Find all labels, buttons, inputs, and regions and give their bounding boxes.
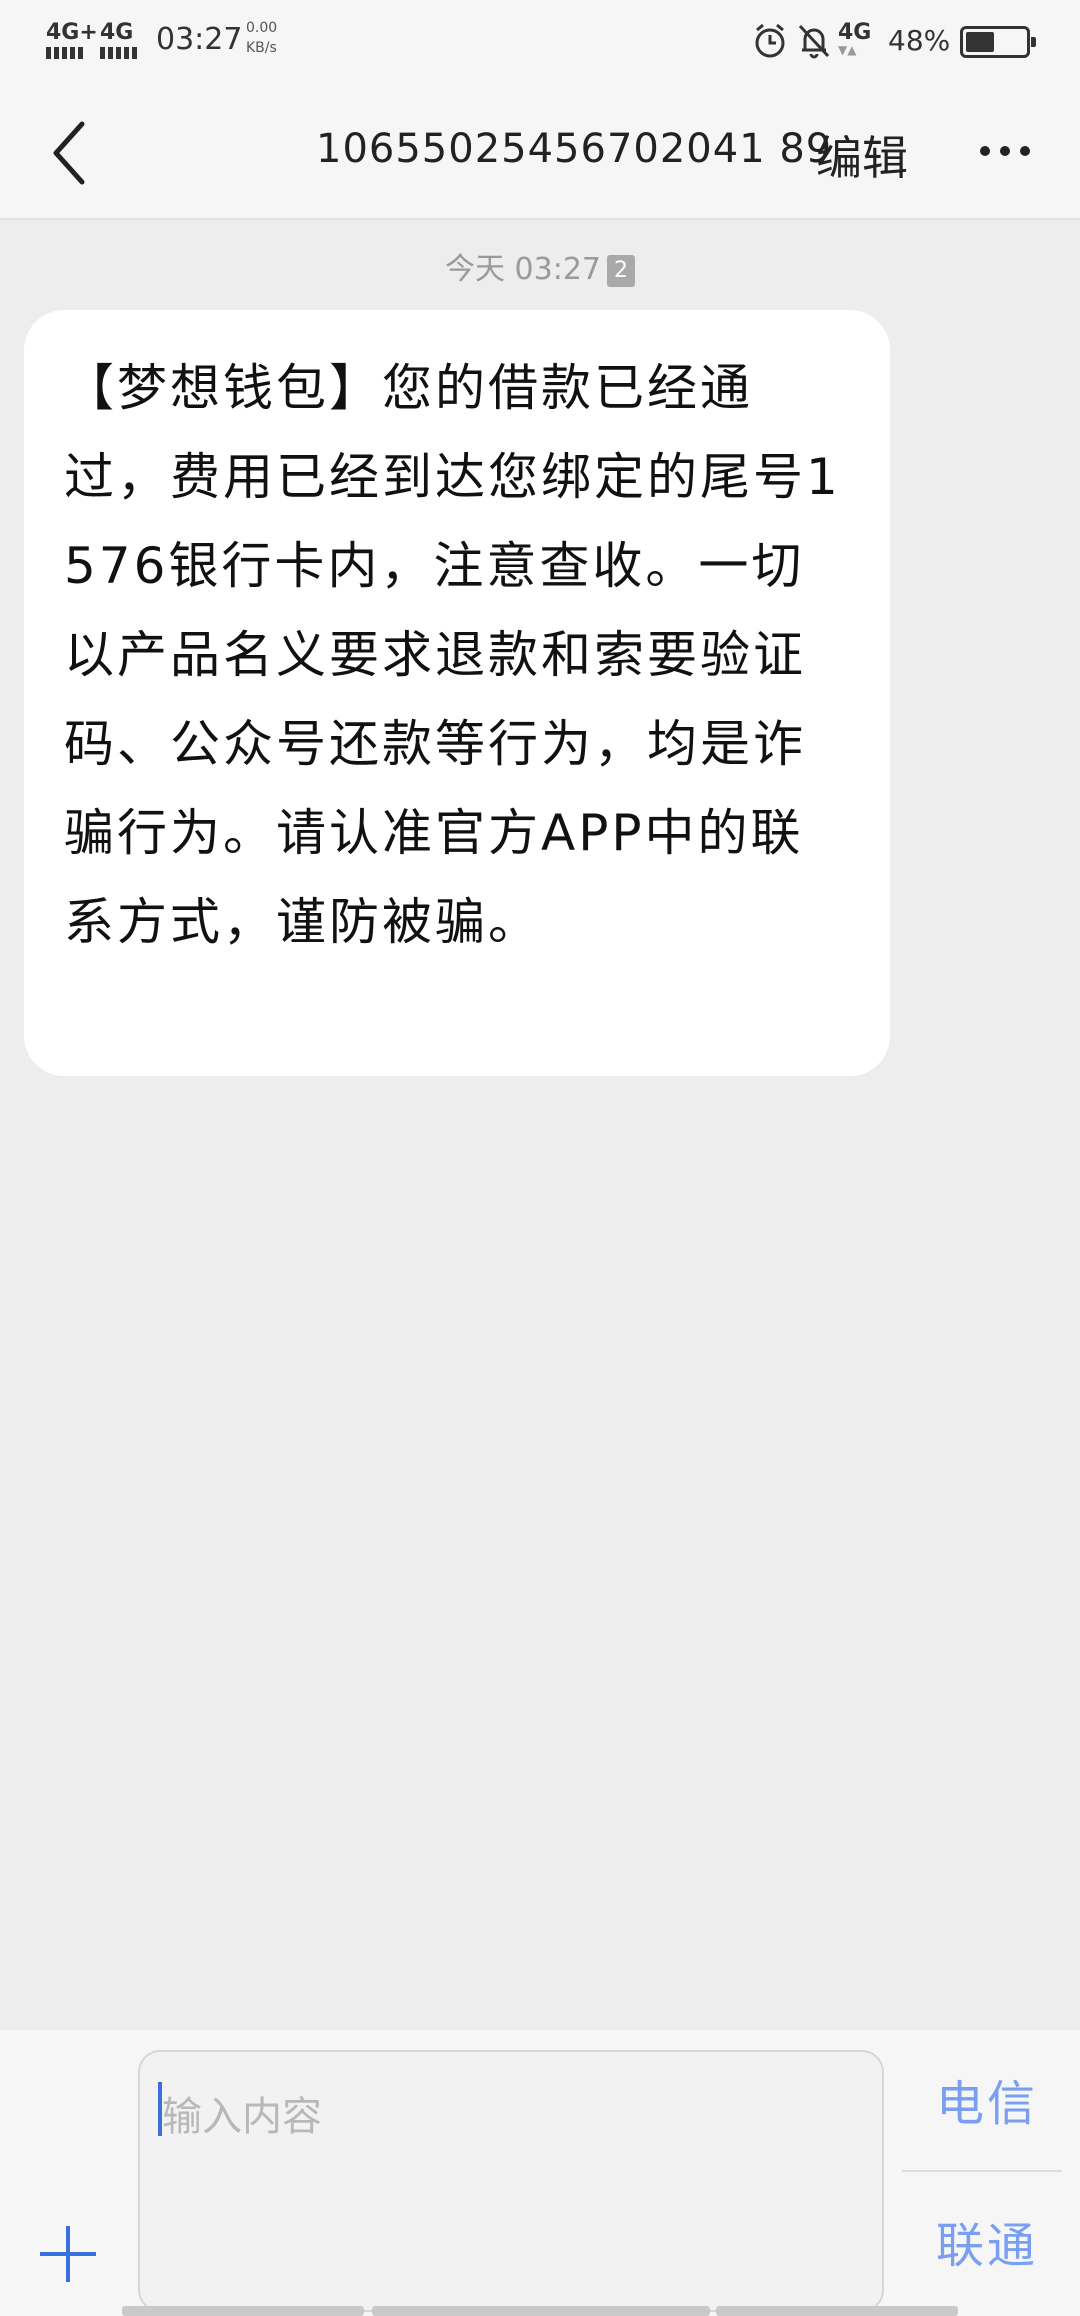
send-sim2-button[interactable]: 联通 <box>936 2206 1038 2276</box>
message-input[interactable]: 输入内容 <box>138 2050 884 2312</box>
chevron-left-icon <box>53 121 85 185</box>
signal-icon-1: 4G+ <box>46 20 98 59</box>
signal-icon-3: 4G ▼▲ <box>838 20 872 57</box>
contact-number: 10655025456702041 89 <box>316 126 833 172</box>
nav-strip-right <box>716 2306 958 2316</box>
mute-notification-icon <box>796 22 832 64</box>
battery-percentage: 48% <box>888 24 951 57</box>
network-speed: 0.00 KB/s <box>246 20 278 56</box>
nav-strip-left <box>122 2306 364 2316</box>
back-button[interactable] <box>50 118 110 188</box>
signal-icon-2: 4G <box>100 20 137 59</box>
send-sim1-button[interactable]: 电信 <box>936 2064 1038 2134</box>
status-time: 03:27 <box>156 22 243 57</box>
conversation-header: 10655025456702041 89 编辑 <box>0 84 1080 220</box>
message-text: 【梦想钱包】您的借款已经通过，费用已经到达您绑定的尾号1576银行卡内，注意查收… <box>64 359 841 951</box>
edit-button[interactable]: 编辑 <box>816 122 908 188</box>
status-bar: 4G+ 4G 03:27 0.00 KB/s 4G ▼▲ 48% <box>0 0 1080 84</box>
alarm-icon <box>752 22 788 64</box>
composer-bar: 输入内容 电信 联通 <box>0 2030 1080 2316</box>
sim-card-badge: 2 <box>607 254 635 287</box>
message-bubble[interactable]: 【梦想钱包】您的借款已经通过，费用已经到达您绑定的尾号1576银行卡内，注意查收… <box>24 310 890 1076</box>
add-attachment-button[interactable] <box>40 2226 96 2282</box>
nav-strip-center <box>372 2306 710 2316</box>
message-timestamp: 今天 03:27 2 <box>0 244 1080 288</box>
battery-icon <box>960 26 1036 58</box>
more-options-button[interactable] <box>980 146 1030 156</box>
more-dots-icon <box>980 146 990 156</box>
divider <box>902 2170 1062 2172</box>
input-placeholder: 输入内容 <box>162 2094 322 2140</box>
